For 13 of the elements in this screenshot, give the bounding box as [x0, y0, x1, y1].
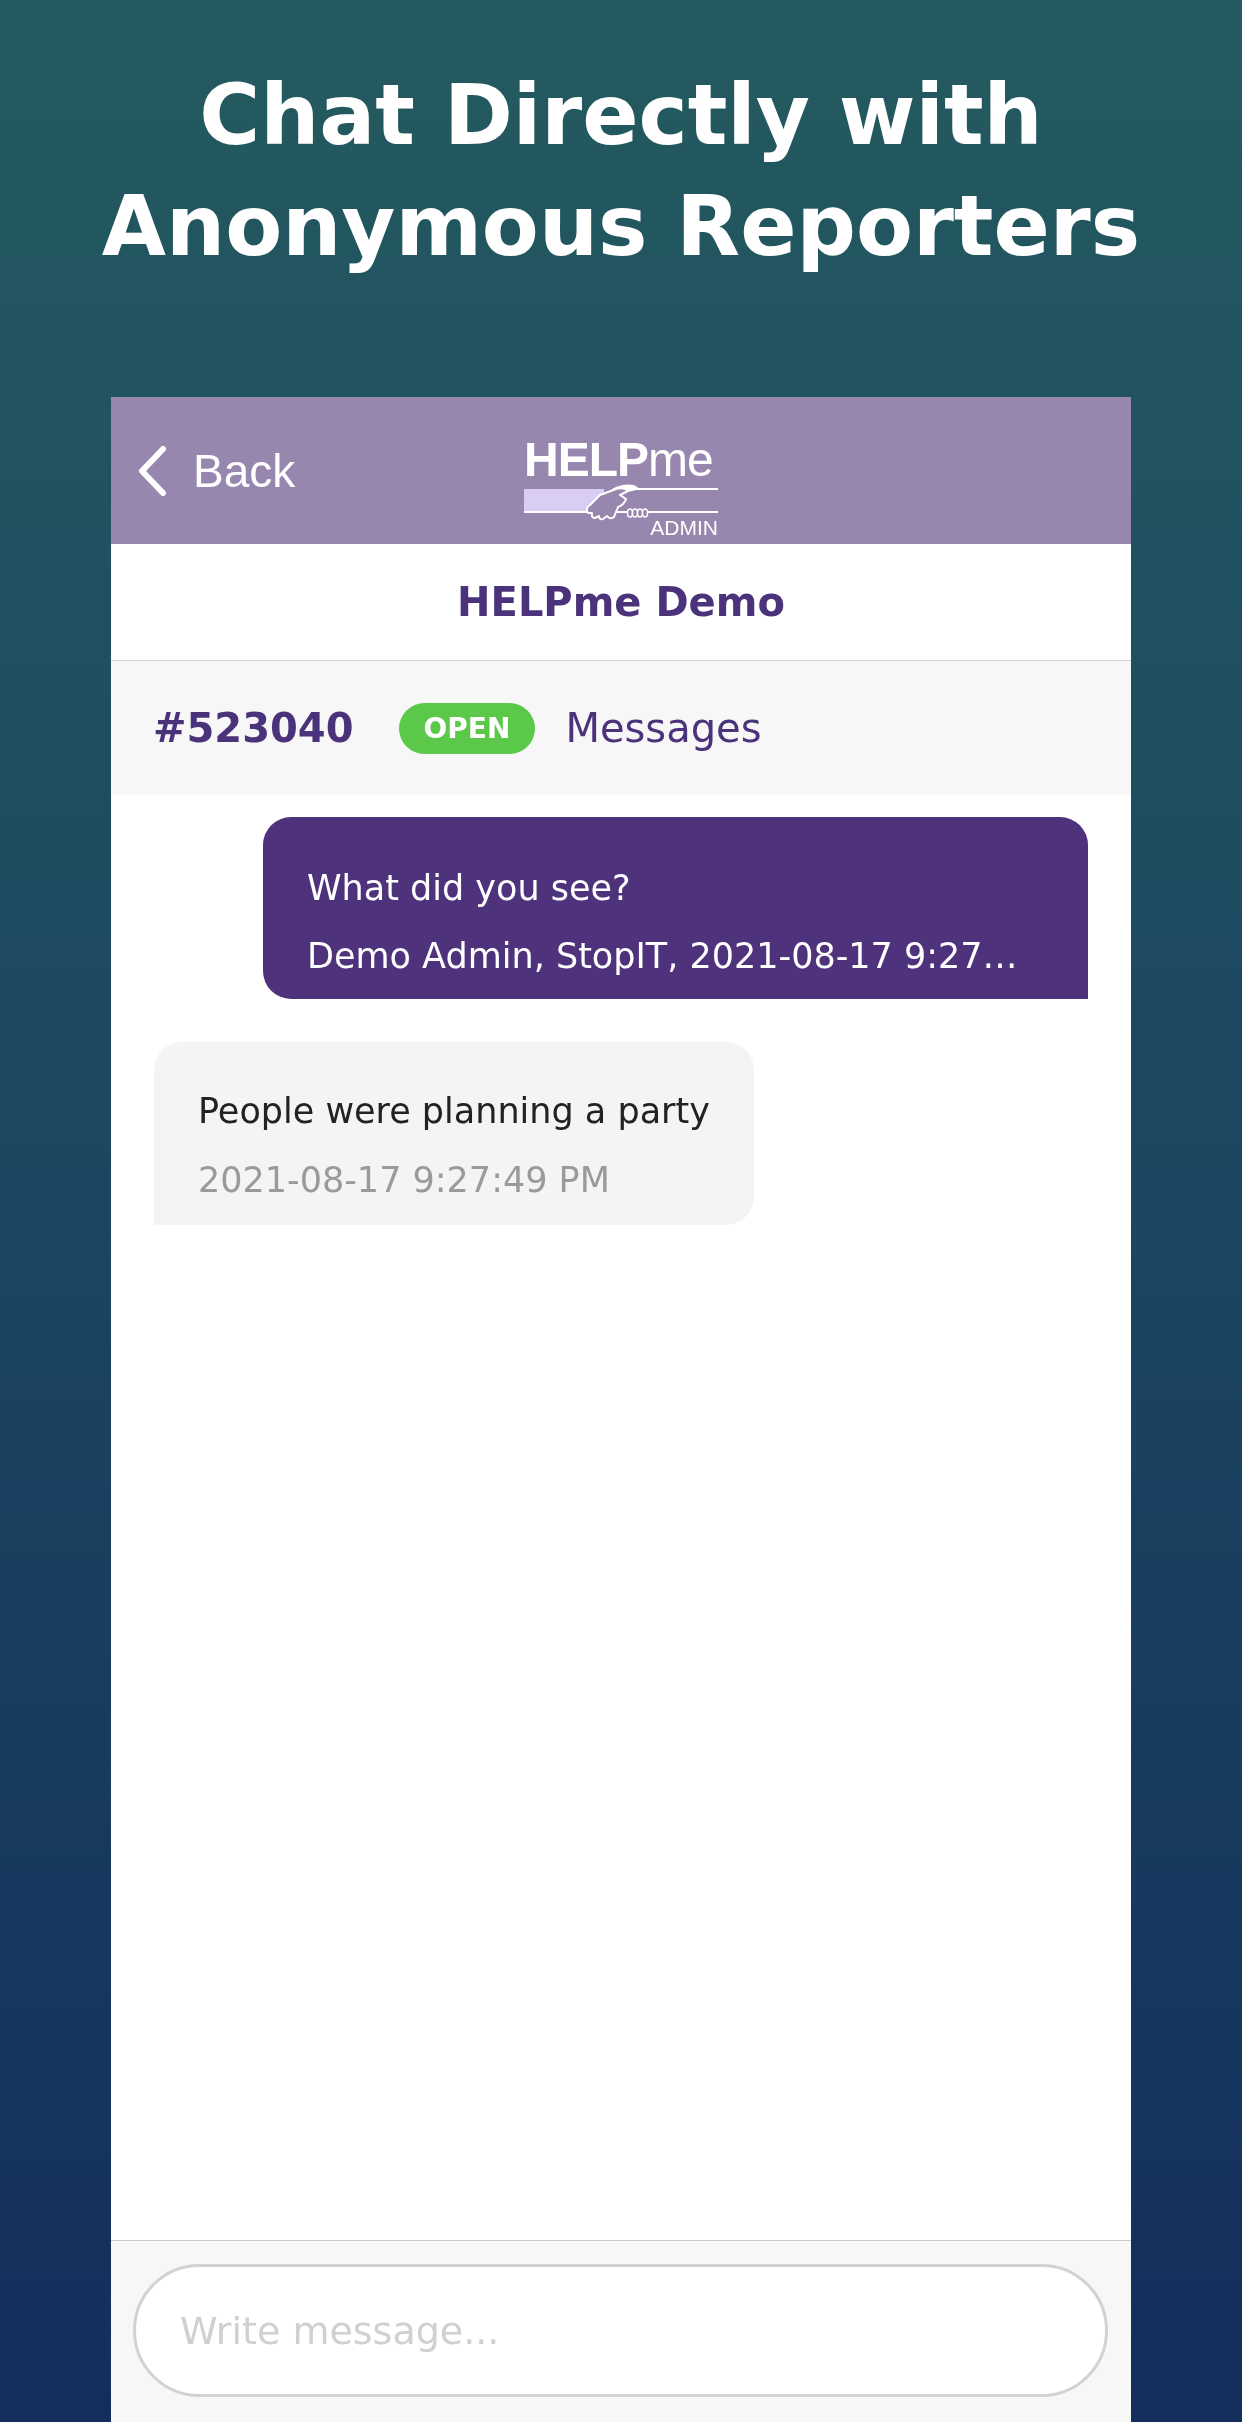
chevron-left-icon [137, 445, 167, 496]
logo-subtitle: ADMIN [650, 518, 718, 538]
message-meta: Demo Admin, StopIT, 2021-08-17 9:27… [307, 935, 1019, 978]
headline: Chat Directly with Anonymous Reporters [100, 66, 1142, 277]
message-text: What did you see? [307, 867, 632, 910]
message-meta: 2021-08-17 9:27:49 PM [198, 1159, 611, 1202]
back-button[interactable]: Back [137, 443, 296, 498]
logo-wordmark: HELPme [524, 439, 713, 481]
status-badge: OPEN [398, 702, 536, 754]
message-text: People were planning a party [198, 1090, 710, 1133]
ticket-number: #523040 [153, 705, 354, 751]
screen-title: HELPme Demo [457, 579, 785, 625]
section-label: Messages [565, 705, 762, 751]
